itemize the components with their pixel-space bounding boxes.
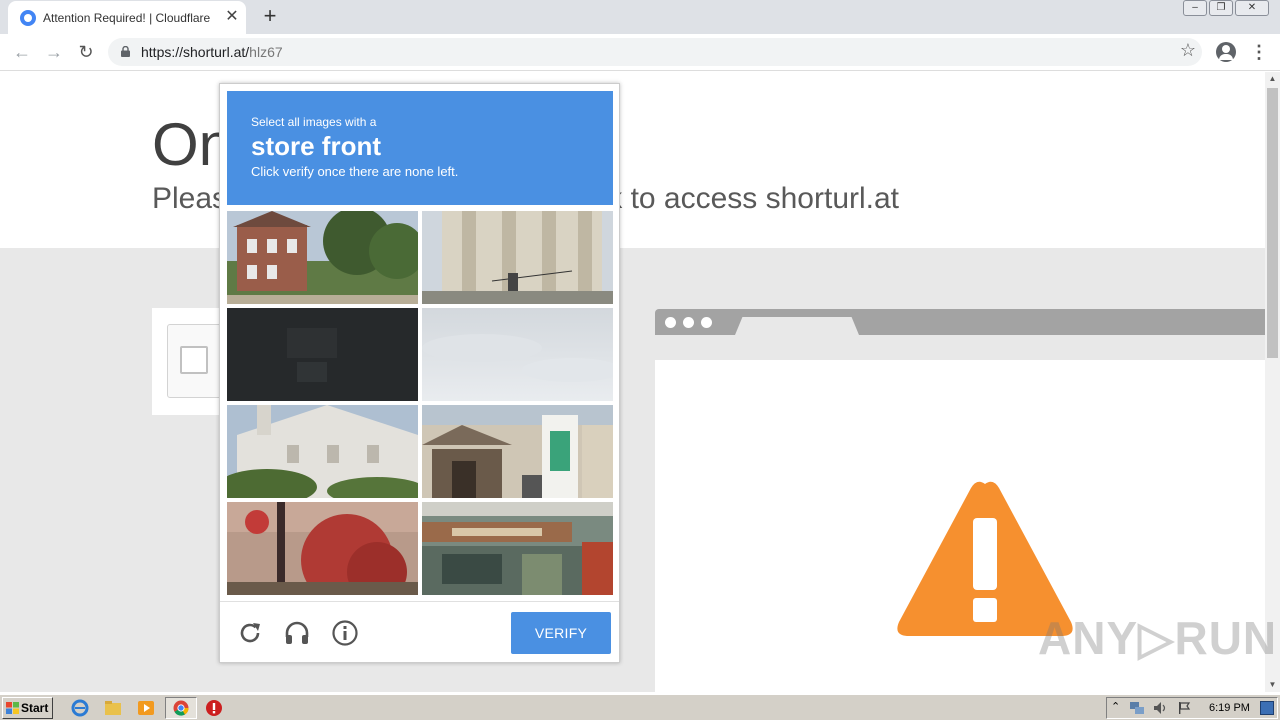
illustration-tab bbox=[735, 317, 859, 335]
tile-image-brick-house bbox=[227, 211, 418, 304]
address-bar[interactable]: https://shorturl.at/hlz67 ☆ bbox=[108, 38, 1202, 66]
illustration-dot bbox=[701, 317, 712, 328]
network-icon[interactable] bbox=[1129, 701, 1145, 715]
scroll-down-arrow-icon[interactable]: ▼ bbox=[1265, 678, 1280, 692]
start-label: Start bbox=[21, 701, 49, 715]
captcha-tile[interactable] bbox=[422, 405, 613, 498]
restore-button[interactable]: ❐ bbox=[1209, 0, 1233, 16]
browser-menu-icon[interactable]: ⋮ bbox=[1250, 42, 1268, 62]
page-content: One more step Please complete the securi… bbox=[0, 72, 1265, 692]
anyrun-watermark: ANY▷RUN bbox=[1038, 612, 1278, 664]
close-window-button[interactable]: ✕ bbox=[1235, 0, 1269, 16]
tray-expand-icon[interactable]: ⌃ bbox=[1111, 700, 1120, 713]
captcha-tile[interactable] bbox=[227, 502, 418, 595]
illustration-dot bbox=[665, 317, 676, 328]
reload-challenge-icon[interactable] bbox=[236, 619, 264, 647]
captcha-tile[interactable] bbox=[227, 405, 418, 498]
taskbar: Start ⌃ 6:19 PM bbox=[0, 694, 1280, 720]
taskbar-clock: 6:19 PM bbox=[1209, 702, 1250, 714]
url-path: hlz67 bbox=[249, 44, 283, 60]
file-explorer-icon[interactable] bbox=[104, 699, 122, 717]
url-host: https://shorturl.at/ bbox=[141, 44, 250, 60]
tile-image-red-flowers bbox=[227, 502, 418, 595]
windows-logo-icon bbox=[6, 702, 19, 714]
page-scrollbar[interactable]: ▲ ▼ bbox=[1265, 72, 1280, 692]
captcha-tile[interactable] bbox=[227, 211, 418, 304]
verify-button[interactable]: VERIFY bbox=[511, 612, 611, 654]
volume-icon[interactable] bbox=[1153, 701, 1169, 715]
media-player-icon[interactable] bbox=[137, 699, 155, 717]
chrome-taskbar-button[interactable] bbox=[165, 697, 197, 719]
tile-image-white-building bbox=[227, 405, 418, 498]
captcha-footer: VERIFY bbox=[220, 601, 619, 663]
back-button[interactable]: ← bbox=[10, 40, 34, 64]
system-tray: ⌃ 6:19 PM bbox=[1106, 697, 1278, 719]
page-header: One more step Please complete the securi… bbox=[0, 72, 1265, 248]
tab-title: Attention Required! | Cloudflare bbox=[43, 11, 211, 25]
illustration-dot bbox=[683, 317, 694, 328]
info-icon[interactable] bbox=[331, 619, 359, 647]
internet-explorer-icon[interactable] bbox=[71, 699, 89, 717]
tile-image-dark-storefront bbox=[227, 308, 418, 401]
minimize-button[interactable]: – bbox=[1183, 0, 1207, 16]
profile-icon[interactable] bbox=[1216, 42, 1236, 62]
forward-button[interactable]: → bbox=[42, 40, 66, 64]
captcha-tile[interactable] bbox=[422, 308, 613, 401]
captcha-subinstruction: Click verify once there are none left. bbox=[251, 164, 459, 179]
lock-icon bbox=[121, 46, 130, 57]
captcha-target: store front bbox=[251, 131, 381, 161]
browser-toolbar: ← → ↻ https://shorturl.at/hlz67 ☆ ⋮ bbox=[0, 34, 1280, 71]
browser-tab[interactable]: Attention Required! | Cloudflare ✕ bbox=[8, 1, 246, 34]
new-tab-button[interactable]: + bbox=[258, 5, 282, 29]
tab-strip: Attention Required! | Cloudflare ✕ + – ❐… bbox=[0, 0, 1280, 34]
start-button[interactable]: Start bbox=[2, 697, 53, 719]
show-desktop-icon[interactable] bbox=[1260, 701, 1274, 715]
url-text: https://shorturl.at/hlz67 bbox=[141, 44, 283, 60]
scroll-up-arrow-icon[interactable]: ▲ bbox=[1265, 72, 1280, 86]
captcha-tile[interactable] bbox=[227, 308, 418, 401]
tile-image-sky bbox=[422, 308, 613, 401]
captcha-checkbox[interactable] bbox=[180, 346, 208, 374]
captcha-tile[interactable] bbox=[422, 502, 613, 595]
recaptcha-challenge: Select all images with a store front Cli… bbox=[219, 83, 620, 663]
scroll-thumb[interactable] bbox=[1267, 88, 1278, 358]
captcha-tile[interactable] bbox=[422, 211, 613, 304]
captcha-header: Select all images with a store front Cli… bbox=[227, 91, 613, 205]
illustration-titlebar bbox=[655, 309, 1265, 335]
stop-sign-icon[interactable] bbox=[205, 699, 223, 717]
chrome-icon bbox=[173, 700, 189, 716]
captcha-instruction: Select all images with a bbox=[251, 115, 377, 129]
tile-image-storefront-sign bbox=[422, 405, 613, 498]
reload-button[interactable]: ↻ bbox=[74, 40, 98, 64]
tab-close-icon[interactable]: ✕ bbox=[222, 7, 242, 27]
tile-image-film-shop bbox=[422, 502, 613, 595]
audio-challenge-icon[interactable] bbox=[283, 619, 311, 647]
action-center-flag-icon[interactable] bbox=[1177, 701, 1191, 715]
bookmark-star-icon[interactable]: ☆ bbox=[1180, 40, 1196, 61]
tile-image-high-rise bbox=[422, 211, 613, 304]
cloudflare-favicon-icon bbox=[20, 10, 36, 26]
